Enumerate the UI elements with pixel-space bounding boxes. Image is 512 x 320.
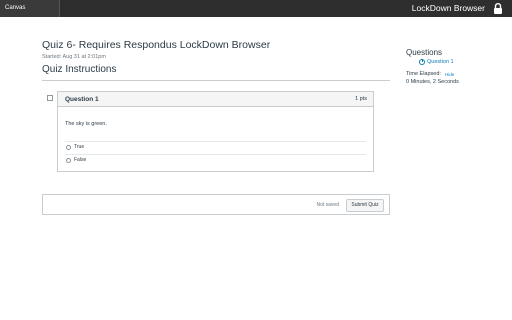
- save-status: Not saved: [316, 202, 339, 208]
- question-status-icon: [419, 59, 425, 65]
- time-elapsed-value: 0 Minutes, 2 Seconds: [406, 79, 459, 85]
- question-text: The sky is green.: [65, 121, 107, 127]
- flag-question-icon[interactable]: [47, 95, 53, 101]
- time-elapsed-label: Time Elapsed:: [406, 71, 441, 77]
- tab-canvas[interactable]: Canvas: [0, 0, 60, 17]
- answer-option-true[interactable]: True: [66, 143, 84, 151]
- instructions-divider: [42, 80, 390, 81]
- quiz-title: Quiz 6- Requires Respondus LockDown Brow…: [42, 39, 271, 51]
- answer-divider: [65, 141, 366, 142]
- question-header: Question 1 1 pts: [58, 92, 373, 107]
- hide-timer-link[interactable]: Hide: [445, 72, 454, 77]
- sidebar-question-label[interactable]: Question 1: [427, 59, 454, 65]
- answer-label: True: [74, 144, 85, 150]
- question-card: Question 1 1 pts The sky is green. True …: [57, 91, 374, 172]
- quiz-started-time: Started: Aug 31 at 2:01pm: [42, 54, 106, 60]
- radio-button[interactable]: [66, 144, 71, 150]
- radio-button[interactable]: [66, 157, 71, 163]
- quiz-footer: Not saved Submit Quiz: [42, 194, 390, 215]
- sidebar-question-link[interactable]: Question 1: [419, 59, 454, 65]
- answer-label: False: [74, 157, 87, 163]
- sidebar-questions-heading: Questions: [406, 48, 443, 57]
- quiz-instructions-heading: Quiz Instructions: [42, 64, 117, 75]
- question-points: 1 pts: [355, 96, 367, 102]
- answer-option-false[interactable]: False: [66, 156, 86, 164]
- question-name: Question 1: [65, 96, 99, 103]
- browser-title: LockDown Browser: [411, 3, 485, 13]
- answer-divider: [65, 154, 366, 155]
- lock-icon: [494, 3, 502, 14]
- submit-quiz-button[interactable]: Submit Quiz: [346, 199, 384, 212]
- lockdown-toolbar: Canvas LockDown Browser: [0, 0, 512, 17]
